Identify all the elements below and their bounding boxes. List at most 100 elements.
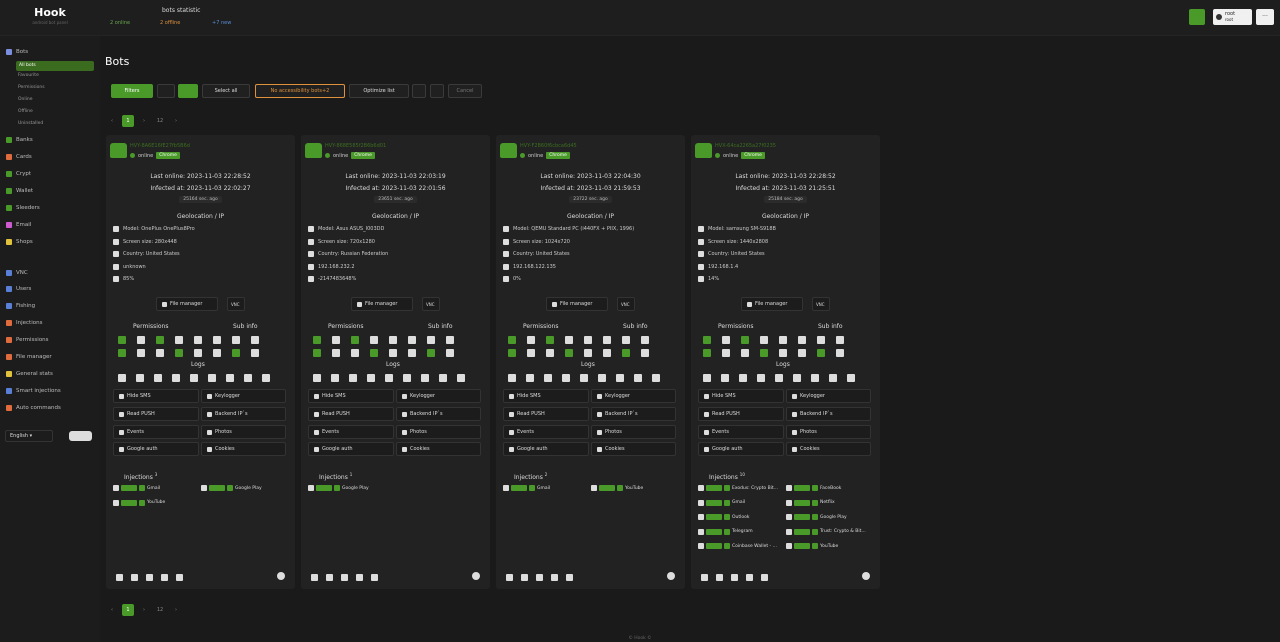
photos-button[interactable]: Photos <box>201 425 286 439</box>
prev-page[interactable]: ‹ <box>106 604 118 616</box>
subinfo-icon[interactable] <box>332 349 340 357</box>
photos-button[interactable]: Photos <box>786 425 871 439</box>
subinfo-icon[interactable] <box>370 349 378 357</box>
sidebar-item-wallet[interactable]: Wallet <box>6 188 33 194</box>
permission-icon[interactable] <box>175 336 183 344</box>
sub-item-online[interactable]: Online <box>18 97 33 102</box>
trash-icon[interactable] <box>521 574 528 581</box>
log-icon[interactable] <box>598 374 606 382</box>
sidebar-item-email[interactable]: Email <box>6 222 31 228</box>
filters-button[interactable]: Filters <box>111 84 153 98</box>
log-icon[interactable] <box>226 374 234 382</box>
subinfo-icon[interactable] <box>741 349 749 357</box>
permission-icon[interactable] <box>137 336 145 344</box>
sidebar-item-vnc[interactable]: VNC <box>6 270 28 276</box>
edit-icon[interactable] <box>746 574 753 581</box>
log-icon[interactable] <box>457 374 465 382</box>
sidebar-item-injections[interactable]: Injections <box>6 320 42 326</box>
edit-icon[interactable] <box>356 574 363 581</box>
injection-toggle[interactable] <box>209 485 225 491</box>
permission-icon[interactable] <box>527 336 535 344</box>
subinfo-icon[interactable] <box>760 349 768 357</box>
log-icon[interactable] <box>349 374 357 382</box>
google-auth-button[interactable]: Google auth <box>698 442 784 456</box>
delete-button[interactable] <box>430 84 444 98</box>
log-icon[interactable] <box>154 374 162 382</box>
log-icon[interactable] <box>580 374 588 382</box>
more-menu-button[interactable]: ··· <box>1256 9 1274 25</box>
subinfo-icon[interactable] <box>232 349 240 357</box>
list-icon[interactable] <box>341 574 348 581</box>
page-last[interactable]: 12 <box>154 604 166 616</box>
subinfo-icon[interactable] <box>527 349 535 357</box>
no-accessibility-button[interactable]: No accessibility bots+2 <box>255 84 345 98</box>
grid-icon[interactable] <box>371 574 378 581</box>
subinfo-icon[interactable] <box>156 349 164 357</box>
subinfo-icon[interactable] <box>722 349 730 357</box>
keylogger-button[interactable]: Keylogger <box>396 389 481 403</box>
log-icon[interactable] <box>526 374 534 382</box>
trash-icon[interactable] <box>131 574 138 581</box>
subinfo-icon[interactable] <box>584 349 592 357</box>
bot-id[interactable]: HVY-F2B60f6cbca6d45 <box>520 143 577 149</box>
file-manager-button[interactable]: File manager <box>351 297 413 311</box>
permission-icon[interactable] <box>641 336 649 344</box>
injection-item[interactable]: Netflix <box>786 499 835 506</box>
sub-item-favourite[interactable]: Favourite <box>18 73 39 78</box>
log-icon[interactable] <box>403 374 411 382</box>
log-icon[interactable] <box>118 374 126 382</box>
vnc-button[interactable]: VNC <box>227 297 245 311</box>
injection-toggle[interactable] <box>794 499 810 506</box>
read-push-button[interactable]: Read PUSH <box>113 407 199 421</box>
gear-icon[interactable] <box>277 572 285 580</box>
list-icon[interactable] <box>536 574 543 581</box>
language-select[interactable]: English ▾ <box>5 430 53 442</box>
injection-item[interactable]: Gmail <box>698 499 745 506</box>
subinfo-icon[interactable] <box>351 349 359 357</box>
sidebar-item-general-stats[interactable]: General stats <box>6 371 53 377</box>
permission-icon[interactable] <box>703 336 711 344</box>
heart-icon[interactable] <box>506 574 513 581</box>
injection-item[interactable]: YouTube <box>591 485 643 491</box>
photos-button[interactable]: Photos <box>396 425 481 439</box>
permission-icon[interactable] <box>427 336 435 344</box>
injection-toggle[interactable] <box>794 514 810 520</box>
log-icon[interactable] <box>562 374 570 382</box>
permission-icon[interactable] <box>779 336 787 344</box>
list-icon[interactable] <box>731 574 738 581</box>
user-menu[interactable]: root root <box>1213 9 1252 25</box>
log-icon[interactable] <box>616 374 624 382</box>
subinfo-icon[interactable] <box>175 349 183 357</box>
edit-icon[interactable] <box>551 574 558 581</box>
file-manager-button[interactable]: File manager <box>156 297 218 311</box>
google-auth-button[interactable]: Google auth <box>113 442 199 456</box>
sidebar-item-permissions[interactable]: Permissions <box>6 337 49 343</box>
injection-toggle[interactable] <box>121 485 137 491</box>
injection-toggle[interactable] <box>511 485 527 491</box>
permission-icon[interactable] <box>622 336 630 344</box>
page-current[interactable]: 1 <box>122 604 134 616</box>
expand-button[interactable] <box>412 84 426 98</box>
permission-icon[interactable] <box>156 336 164 344</box>
backend-ip-button[interactable]: Backend IP`s <box>396 407 481 421</box>
permission-icon[interactable] <box>118 336 126 344</box>
next-page[interactable]: › <box>138 604 150 616</box>
subinfo-icon[interactable] <box>641 349 649 357</box>
read-push-button[interactable]: Read PUSH <box>308 407 394 421</box>
sidebar-item-banks[interactable]: Banks <box>6 137 33 143</box>
log-icon[interactable] <box>244 374 252 382</box>
permission-icon[interactable] <box>351 336 359 344</box>
permission-icon[interactable] <box>565 336 573 344</box>
log-icon[interactable] <box>172 374 180 382</box>
log-icon[interactable] <box>331 374 339 382</box>
subinfo-icon[interactable] <box>508 349 516 357</box>
log-icon[interactable] <box>811 374 819 382</box>
permission-icon[interactable] <box>446 336 454 344</box>
hide-sms-button[interactable]: Hide SMS <box>698 389 784 403</box>
subinfo-icon[interactable] <box>118 349 126 357</box>
keylogger-button[interactable]: Keylogger <box>591 389 676 403</box>
vnc-button[interactable]: VNC <box>617 297 635 311</box>
subinfo-icon[interactable] <box>798 349 806 357</box>
sidebar-item-bots[interactable]: Bots <box>6 49 28 55</box>
log-icon[interactable] <box>775 374 783 382</box>
